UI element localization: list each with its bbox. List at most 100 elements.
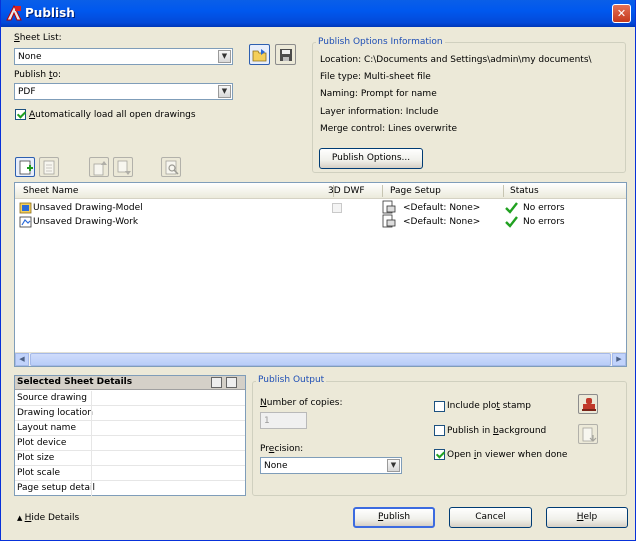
stamp-icon	[582, 398, 596, 411]
checkmark-icon	[505, 216, 518, 228]
precision-label: Precision:	[260, 444, 303, 454]
sheet-name: Unsaved Drawing-Model	[33, 203, 143, 213]
publish-to-label-text: Publish	[14, 70, 49, 80]
chevron-down-icon[interactable]: ▼	[218, 50, 231, 63]
column-status[interactable]: Status	[510, 186, 539, 196]
info-naming: Naming: Prompt for name	[320, 89, 437, 99]
precision-rest: cision:	[274, 444, 304, 454]
page-setup-value: <Default: None>	[403, 203, 481, 213]
open-viewer-text: Open	[447, 450, 474, 460]
sheet-list-value: None	[18, 52, 42, 62]
close-button[interactable]: ✕	[612, 4, 631, 23]
publish-to-label-rest: o:	[52, 70, 62, 80]
detail-key: Source drawing	[17, 393, 87, 403]
publish-in-background-checkbox[interactable]	[434, 425, 445, 436]
detail-key: Plot size	[17, 453, 55, 463]
open-viewer-rest: n viewer when done	[476, 450, 568, 460]
magnifier-icon	[165, 160, 179, 175]
add-sheets-button[interactable]	[15, 157, 35, 177]
table-row[interactable]: Unsaved Drawing-Work <Default: None> No …	[15, 214, 626, 230]
publish-options-button[interactable]: Publish Options...	[319, 148, 423, 169]
selected-details-title: Selected Sheet Details	[17, 377, 133, 387]
column-sheet-name[interactable]: Sheet Name	[23, 186, 78, 196]
copies-value: 1	[264, 416, 270, 426]
copies-text: umber of copies:	[266, 398, 343, 408]
checkmark-icon	[505, 202, 518, 214]
alphabetic-icon[interactable]	[226, 377, 237, 388]
plot-stamp-settings-button[interactable]	[578, 394, 598, 414]
window-title: Publish	[25, 6, 75, 20]
load-sheet-list-button[interactable]	[249, 44, 270, 65]
scrollbar-thumb[interactable]	[30, 353, 611, 366]
copies-label: Number of copies:	[260, 398, 342, 408]
help-mnemonic: H	[576, 512, 584, 522]
info-merge-control: Merge control: Lines overwrite	[320, 124, 458, 134]
publish-output-title: Publish Output	[256, 375, 327, 385]
column-page-setup[interactable]: Page Setup	[390, 186, 441, 196]
include-plot-stamp-label[interactable]: Include plot stamp	[447, 401, 531, 411]
scroll-right-icon[interactable]: ▶	[612, 353, 626, 366]
sheet-list-combo[interactable]: None ▼	[14, 48, 233, 65]
include-plot-stamp-checkbox[interactable]	[434, 401, 445, 412]
move-down-icon	[117, 160, 131, 175]
3d-dwf-checkbox[interactable]	[332, 203, 342, 213]
save-disk-icon	[280, 49, 292, 61]
detail-row: Plot scale	[15, 466, 245, 481]
detail-row: Drawing location	[15, 406, 245, 421]
autocad-app-icon	[6, 5, 22, 21]
column-divider[interactable]	[382, 185, 383, 197]
column-3d-dwf[interactable]: 3D DWF	[328, 186, 365, 196]
include-stamp-text: Include plo	[447, 401, 497, 411]
move-sheet-up-button[interactable]	[89, 157, 109, 177]
chevron-down-icon[interactable]: ▼	[387, 459, 400, 472]
chevron-down-icon[interactable]: ▼	[218, 85, 231, 98]
publish-options-info-title: Publish Options Information	[316, 37, 445, 47]
title-bar[interactable]: Publish ✕	[1, 0, 635, 27]
open-in-viewer-checkbox[interactable]	[434, 449, 445, 460]
detail-row: Page setup detail	[15, 481, 245, 496]
column-divider[interactable]	[503, 185, 504, 197]
open-in-viewer-label[interactable]: Open in viewer when done	[447, 450, 567, 460]
hide-details-link[interactable]: ▲ Hide Details	[17, 513, 79, 523]
preview-button[interactable]	[161, 157, 181, 177]
move-sheet-down-button[interactable]	[113, 157, 133, 177]
open-folder-icon	[252, 49, 267, 62]
help-button[interactable]: Help	[546, 507, 628, 528]
detail-row: Source drawing	[15, 391, 245, 406]
cancel-button[interactable]: Cancel	[449, 507, 532, 528]
publish-to-combo[interactable]: PDF ▼	[14, 83, 233, 100]
remove-sheets-button[interactable]	[39, 157, 59, 177]
selected-details-header: Selected Sheet Details	[15, 376, 245, 390]
save-sheet-list-button[interactable]	[275, 44, 296, 65]
page-setup-value: <Default: None>	[403, 217, 481, 227]
detail-divider	[91, 481, 92, 496]
auto-load-label[interactable]: Automatically load all open drawings	[29, 110, 196, 120]
info-layer: Layer information: Include	[320, 107, 439, 117]
sheet-list-label-text: heet List:	[19, 33, 62, 43]
sheet-table[interactable]: Sheet Name 3D DWF Page Setup Status Unsa…	[14, 182, 627, 367]
auto-load-checkbox[interactable]	[15, 109, 26, 120]
detail-row: Layout name	[15, 421, 245, 436]
precision-value: None	[264, 461, 288, 471]
horizontal-scrollbar[interactable]: ◀ ▶	[15, 352, 626, 366]
status-value: No errors	[523, 217, 565, 227]
detail-divider	[91, 406, 92, 421]
copies-spinner[interactable]: 1	[260, 412, 307, 429]
background-settings-button[interactable]	[578, 424, 598, 444]
detail-row: Plot device	[15, 436, 245, 451]
detail-divider	[91, 391, 92, 406]
categorized-icon[interactable]	[211, 377, 222, 388]
detail-key: Plot device	[17, 438, 67, 448]
precision-combo[interactable]: None ▼	[260, 457, 402, 474]
detail-key: Plot scale	[17, 468, 61, 478]
table-row[interactable]: Unsaved Drawing-Model <Default: None> No…	[15, 200, 626, 216]
publish-button[interactable]: Publish	[353, 507, 435, 528]
sheet-name: Unsaved Drawing-Work	[33, 217, 139, 227]
background-rest: ackground	[498, 426, 547, 436]
scroll-left-icon[interactable]: ◀	[15, 353, 29, 366]
info-file-type: File type: Multi-sheet file	[320, 72, 431, 82]
publish-to-label: Publish to:	[14, 70, 61, 80]
publish-in-background-label[interactable]: Publish in background	[447, 426, 546, 436]
move-up-icon	[93, 161, 107, 176]
hide-details-text: ide Details	[31, 513, 80, 523]
